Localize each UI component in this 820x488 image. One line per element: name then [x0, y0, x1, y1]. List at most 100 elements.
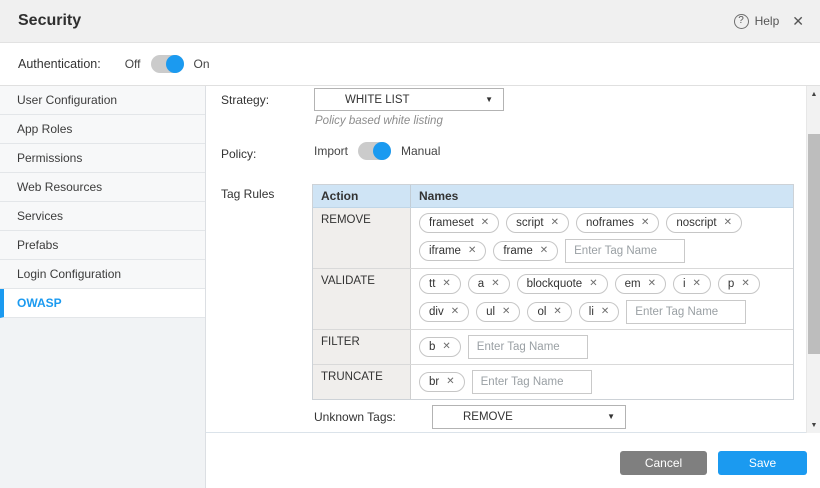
names-cell: br ✕ [411, 365, 793, 399]
remove-tag-icon[interactable]: ✕ [442, 342, 450, 352]
enter-tag-name-input[interactable] [626, 300, 746, 324]
tag-chip: frame ✕ [493, 241, 558, 261]
unknown-tags-label: Unknown Tags: [314, 410, 396, 424]
names-cell: b✕ [411, 330, 793, 364]
sidebar-item-label: Services [17, 209, 63, 223]
sidebar-item-user-configuration[interactable]: User Configuration [0, 86, 205, 115]
remove-tag-icon[interactable]: ✕ [601, 307, 609, 317]
action-cell: VALIDATE [313, 269, 411, 329]
sidebar-item-web-resources[interactable]: Web Resources [0, 173, 205, 202]
action-cell: REMOVE [313, 208, 411, 268]
remove-tag-icon[interactable]: ✕ [540, 246, 548, 256]
remove-tag-icon[interactable]: ✕ [641, 218, 649, 228]
tag-chip: p✕ [718, 274, 760, 294]
unknown-tags-select[interactable]: REMOVE ▼ [432, 405, 626, 429]
tag-chip: noscript ✕ [666, 213, 742, 233]
sidebar-item-label: OWASP [17, 296, 62, 310]
sidebar-item-app-roles[interactable]: App Roles [0, 115, 205, 144]
tag-chip-label: ul [486, 306, 495, 318]
remove-tag-icon[interactable]: ✕ [693, 279, 701, 289]
scroll-down-icon[interactable]: ▼ [807, 418, 820, 432]
sidebar-item-prefabs[interactable]: Prefabs [0, 231, 205, 260]
remove-tag-icon[interactable]: ✕ [551, 218, 559, 228]
vertical-scrollbar[interactable]: ▲ ▼ [806, 86, 820, 433]
page-title: Security [18, 12, 81, 30]
tag-chip-label: li [589, 306, 594, 318]
strategy-select[interactable]: WHITE LIST ▼ [314, 88, 504, 111]
header-actions: ? Help ✕ [734, 13, 804, 30]
cancel-button[interactable]: Cancel [620, 451, 707, 475]
authentication-toggle[interactable] [151, 55, 184, 73]
strategy-label: Strategy: [221, 93, 269, 107]
tag-chip-label: frame [503, 245, 532, 257]
tag-rules-table-body: REMOVEframeset✕script✕noframes✕noscript✕… [313, 208, 793, 399]
sidebar-item-permissions[interactable]: Permissions [0, 144, 205, 173]
tag-chip: br ✕ [419, 372, 465, 392]
tag-chip-label: iframe [429, 245, 461, 257]
policy-toggle[interactable] [358, 142, 391, 160]
action-column-header: Action [313, 185, 411, 207]
toggle-knob [166, 55, 184, 73]
action-cell: FILTER [313, 330, 411, 364]
action-cell: TRUNCATE [313, 365, 411, 399]
remove-tag-icon[interactable]: ✕ [553, 307, 561, 317]
auth-on-label: On [194, 57, 210, 71]
tag-chip: script✕ [506, 213, 569, 233]
auth-off-label: Off [125, 57, 141, 71]
names-column-header: Names [411, 185, 793, 207]
enter-tag-name-input[interactable] [468, 335, 588, 359]
tag-chip: blockquote ✕ [517, 274, 608, 294]
tag-chip-label: blockquote [527, 278, 583, 290]
scrollbar-thumb[interactable] [808, 134, 820, 354]
scroll-up-icon[interactable]: ▲ [807, 87, 820, 101]
policy-import-label: Import [314, 144, 348, 158]
tag-rules-table-header: Action Names [313, 185, 793, 208]
toggle-knob [373, 142, 391, 160]
tag-chip: li ✕ [579, 302, 620, 322]
tag-chip-label: br [429, 376, 439, 388]
tag-rule-row: TRUNCATE br ✕ [313, 365, 793, 399]
remove-tag-icon[interactable]: ✕ [741, 279, 749, 289]
tag-chip: noframes✕ [576, 213, 659, 233]
sidebar-item-services[interactable]: Services [0, 202, 205, 231]
remove-tag-icon[interactable]: ✕ [502, 307, 510, 317]
strategy-hint: Policy based white listing [315, 115, 443, 127]
strategy-select-value: WHITE LIST [345, 94, 410, 106]
close-icon[interactable]: ✕ [792, 13, 804, 30]
enter-tag-name-input[interactable] [565, 239, 685, 263]
remove-tag-icon[interactable]: ✕ [446, 377, 454, 387]
tag-chip-label: noscript [676, 217, 716, 229]
sidebar-item-label: Login Configuration [17, 267, 121, 281]
unknown-tags-select-value: REMOVE [463, 411, 513, 423]
remove-tag-icon[interactable]: ✕ [648, 279, 656, 289]
remove-tag-icon[interactable]: ✕ [442, 279, 450, 289]
help-icon: ? [734, 14, 749, 29]
sidebar-item-label: Permissions [17, 151, 82, 165]
sidebar-item-login-configuration[interactable]: Login Configuration [0, 260, 205, 289]
tag-chip-label: i [683, 278, 686, 290]
tag-rule-row: REMOVEframeset✕script✕noframes✕noscript✕… [313, 208, 793, 269]
remove-tag-icon[interactable]: ✕ [491, 279, 499, 289]
remove-tag-icon[interactable]: ✕ [481, 218, 489, 228]
sidebar-item-label: User Configuration [17, 93, 117, 107]
help-button[interactable]: ? Help [734, 14, 780, 29]
security-dialog: Security ? Help ✕ Authentication: Off On… [0, 0, 820, 488]
remove-tag-icon[interactable]: ✕ [451, 307, 459, 317]
sidebar-item-label: Web Resources [17, 180, 102, 194]
tag-chip-label: div [429, 306, 444, 318]
save-button[interactable]: Save [718, 451, 807, 475]
tag-chip-label: em [625, 278, 641, 290]
remove-tag-icon[interactable]: ✕ [468, 246, 476, 256]
enter-tag-name-input[interactable] [472, 370, 592, 394]
sidebar-item-owasp[interactable]: OWASP [0, 289, 205, 318]
tag-chip-label: tt [429, 278, 435, 290]
main-region: User Configuration App Roles Permissions We… [0, 85, 820, 488]
tag-chip-label: p [728, 278, 734, 290]
tag-chip: a✕ [468, 274, 510, 294]
remove-tag-icon[interactable]: ✕ [724, 218, 732, 228]
tag-rule-row: VALIDATEtt✕a✕blockquote✕em✕i✕p✕div✕ul✕ol… [313, 269, 793, 330]
remove-tag-icon[interactable]: ✕ [589, 279, 597, 289]
tag-chip: tt ✕ [419, 274, 461, 294]
tag-chip-label: b [429, 341, 435, 353]
tag-chip: b✕ [419, 337, 461, 357]
